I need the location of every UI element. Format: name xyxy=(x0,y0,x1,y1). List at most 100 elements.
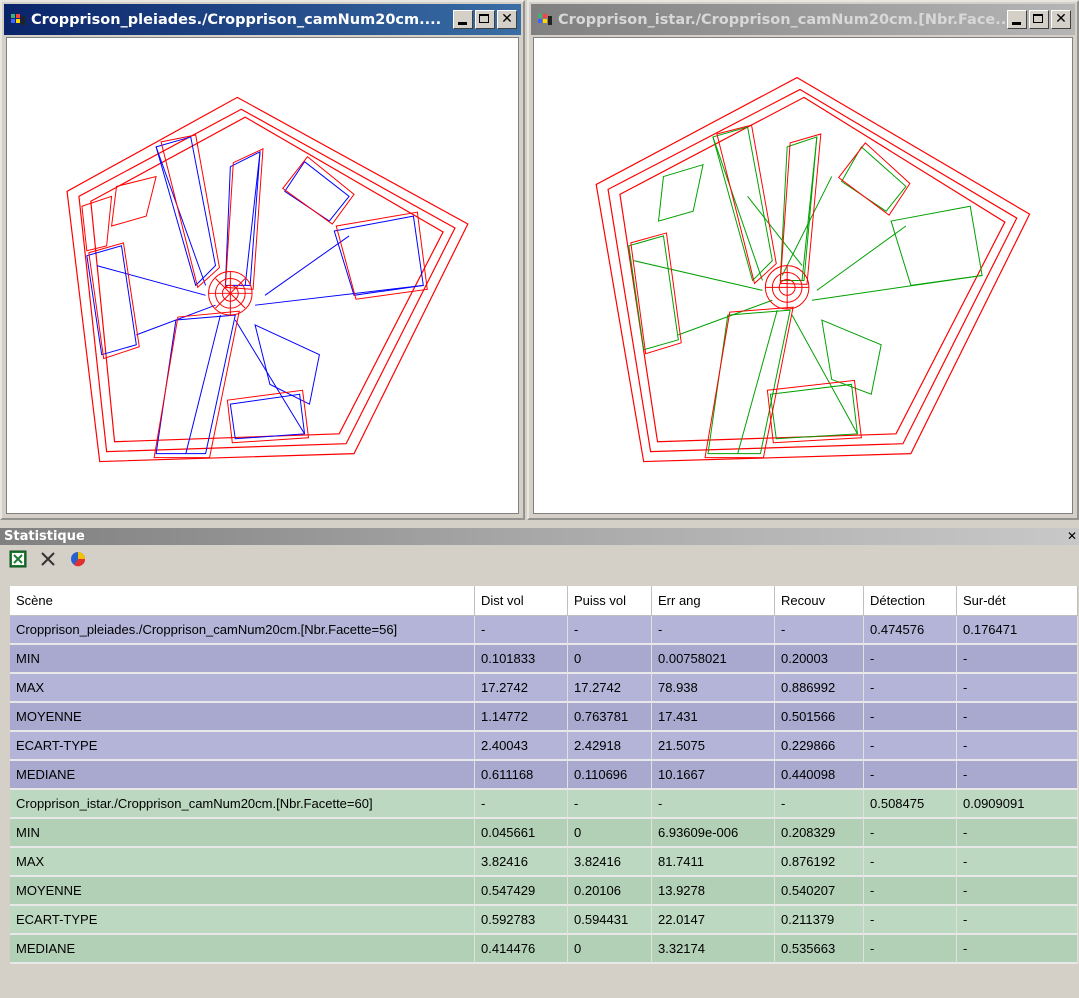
cell: 13.9278 xyxy=(652,877,775,906)
cell: 0.414476 xyxy=(475,935,568,964)
cell: - xyxy=(775,790,864,819)
wireframe-viewport[interactable] xyxy=(6,37,519,514)
cell: 3.82416 xyxy=(475,848,568,877)
cell: 0.474576 xyxy=(864,616,957,645)
table-row-group-header[interactable]: Cropprison_istar./Cropprison_camNum20cm.… xyxy=(10,790,1078,819)
cell: - xyxy=(864,877,957,906)
cell: - xyxy=(864,703,957,732)
cell: 21.5075 xyxy=(652,732,775,761)
close-button[interactable]: ✕ xyxy=(497,10,517,29)
column-header-recouv[interactable]: Recouv xyxy=(775,586,864,616)
close-icon: ✕ xyxy=(1055,11,1067,27)
cell: 0.110696 xyxy=(568,761,652,790)
close-icon: ✕ xyxy=(501,11,513,27)
viewer-window-pleiades[interactable]: Cropprison_pleiades./Cropprison_camNum20… xyxy=(0,0,525,520)
maximize-button[interactable] xyxy=(1029,10,1049,29)
minimize-button[interactable] xyxy=(453,10,473,29)
cell: MAX xyxy=(10,674,475,703)
delete-button[interactable] xyxy=(38,549,58,569)
cell: MAX xyxy=(10,848,475,877)
cell: - xyxy=(957,935,1078,964)
table-row[interactable]: ECART-TYPE 2.40043 2.42918 21.5075 0.229… xyxy=(10,732,1078,761)
cell: 0.20003 xyxy=(775,645,864,674)
table-row[interactable]: MOYENNE 0.547429 0.20106 13.9278 0.54020… xyxy=(10,877,1078,906)
statistics-table: Scène Dist vol Puiss vol Err ang Recouv … xyxy=(10,586,1078,964)
cell: - xyxy=(957,877,1078,906)
cell: 0 xyxy=(568,819,652,848)
table-row[interactable]: MIN 0.101833 0 0.00758021 0.20003 - - xyxy=(10,645,1078,674)
cell: - xyxy=(957,761,1078,790)
table-row[interactable]: MIN 0.045661 0 6.93609e-006 0.208329 - - xyxy=(10,819,1078,848)
cell: MIN xyxy=(10,819,475,848)
cell: 3.82416 xyxy=(568,848,652,877)
stats-toolbar xyxy=(8,548,88,570)
cell: - xyxy=(864,935,957,964)
cell: 0.101833 xyxy=(475,645,568,674)
column-header-sur-det[interactable]: Sur-dét xyxy=(957,586,1078,616)
column-header-dist-vol[interactable]: Dist vol xyxy=(475,586,568,616)
app-icon xyxy=(11,13,25,25)
panel-title-bar[interactable]: Statistique ✕ xyxy=(0,528,1079,545)
minimize-icon xyxy=(458,22,467,25)
cell: - xyxy=(957,732,1078,761)
table-row[interactable]: MOYENNE 1.14772 0.763781 17.431 0.501566… xyxy=(10,703,1078,732)
cell: 0.229866 xyxy=(775,732,864,761)
cell: - xyxy=(475,616,568,645)
cell: 3.32174 xyxy=(652,935,775,964)
export-excel-button[interactable] xyxy=(8,549,28,569)
cell: - xyxy=(864,848,957,877)
cell: Cropprison_istar./Cropprison_camNum20cm.… xyxy=(10,790,475,819)
column-header-scene[interactable]: Scène xyxy=(10,586,475,616)
cell: 17.2742 xyxy=(568,674,652,703)
cell: 0.440098 xyxy=(775,761,864,790)
cell: - xyxy=(957,848,1078,877)
viewer-window-istar[interactable]: Cropprison_istar./Cropprison_camNum20cm.… xyxy=(527,0,1079,520)
cell: - xyxy=(957,674,1078,703)
column-header-detection[interactable]: Détection xyxy=(864,586,957,616)
table-row[interactable]: MEDIANE 0.414476 0 3.32174 0.535663 - - xyxy=(10,935,1078,964)
cell: 0.00758021 xyxy=(652,645,775,674)
column-header-puiss-vol[interactable]: Puiss vol xyxy=(568,586,652,616)
cell: 0.20106 xyxy=(568,877,652,906)
cell: 17.2742 xyxy=(475,674,568,703)
cell: MOYENNE xyxy=(10,703,475,732)
wireframe-drawing xyxy=(595,76,1031,463)
close-button[interactable]: ✕ xyxy=(1051,10,1071,29)
cell: - xyxy=(652,790,775,819)
cell: ECART-TYPE xyxy=(10,906,475,935)
cell: 0.886992 xyxy=(775,674,864,703)
window-title: Cropprison_istar./Cropprison_camNum20cm.… xyxy=(558,11,1007,28)
cell: 6.93609e-006 xyxy=(652,819,775,848)
chart-button[interactable] xyxy=(68,549,88,569)
cell: 0 xyxy=(568,935,652,964)
table-row[interactable]: MEDIANE 0.611168 0.110696 10.1667 0.4400… xyxy=(10,761,1078,790)
cell: - xyxy=(864,645,957,674)
cell: - xyxy=(957,645,1078,674)
table-row[interactable]: MAX 3.82416 3.82416 81.7411 0.876192 - - xyxy=(10,848,1078,877)
table-row[interactable]: ECART-TYPE 0.592783 0.594431 22.0147 0.2… xyxy=(10,906,1078,935)
wireframe-drawing xyxy=(66,96,469,463)
wireframe-viewport[interactable] xyxy=(533,37,1073,514)
maximize-icon xyxy=(1033,14,1043,23)
cell: 0.547429 xyxy=(475,877,568,906)
cell: 0.508475 xyxy=(864,790,957,819)
close-icon[interactable]: ✕ xyxy=(1067,528,1077,545)
statistics-panel: Statistique ✕ Scène Dist vol Puiss vol E… xyxy=(0,522,1079,998)
minimize-button[interactable] xyxy=(1007,10,1027,29)
column-header-err-ang[interactable]: Err ang xyxy=(652,586,775,616)
cell: - xyxy=(957,703,1078,732)
title-bar[interactable]: Cropprison_istar./Cropprison_camNum20cm.… xyxy=(531,4,1075,35)
table-row-group-header[interactable]: Cropprison_pleiades./Cropprison_camNum20… xyxy=(10,616,1078,645)
cell: 0.0909091 xyxy=(957,790,1078,819)
cell: - xyxy=(652,616,775,645)
table-row[interactable]: MAX 17.2742 17.2742 78.938 0.886992 - - xyxy=(10,674,1078,703)
title-bar[interactable]: Cropprison_pleiades./Cropprison_camNum20… xyxy=(4,4,521,35)
cell: - xyxy=(568,790,652,819)
cell: 0.876192 xyxy=(775,848,864,877)
cell: ECART-TYPE xyxy=(10,732,475,761)
maximize-button[interactable] xyxy=(475,10,495,29)
cell: 2.42918 xyxy=(568,732,652,761)
cell: 0.045661 xyxy=(475,819,568,848)
cell: - xyxy=(864,906,957,935)
cell: 0.208329 xyxy=(775,819,864,848)
